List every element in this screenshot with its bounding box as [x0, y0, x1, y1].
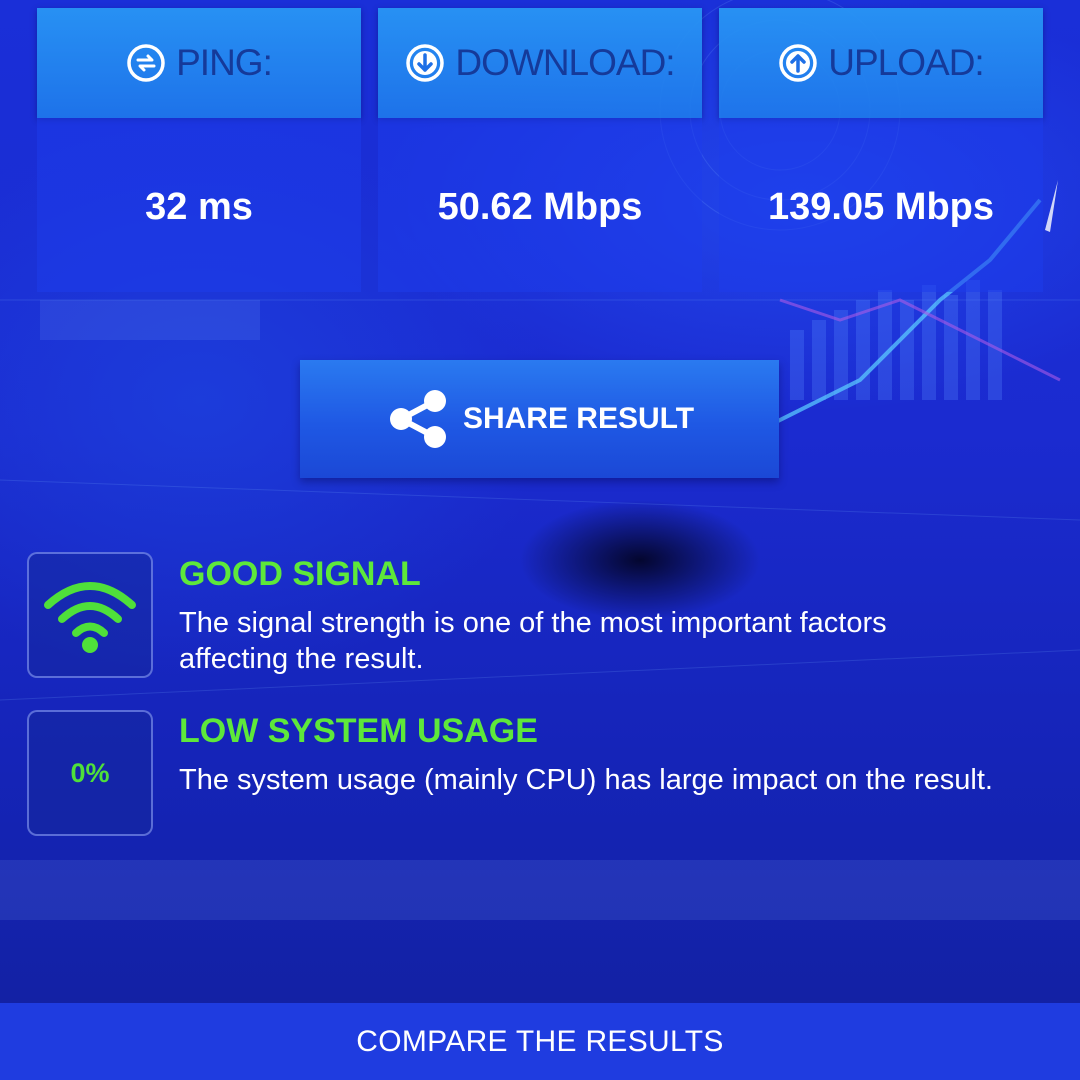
- wifi-icon: [44, 582, 136, 653]
- download-column: DOWNLOAD: 50.62 Mbps: [378, 8, 702, 292]
- download-value: 50.62 Mbps: [437, 186, 643, 228]
- compare-results-button[interactable]: COMPARE THE RESULTS: [0, 1003, 1080, 1080]
- share-icon: [389, 390, 446, 448]
- system-usage-value: 0%: [70, 757, 110, 788]
- download-arrow-icon: [406, 44, 445, 82]
- signal-indicator-box: [27, 552, 153, 678]
- signal-description: The signal strength is one of the most i…: [179, 607, 887, 675]
- ping-body: 32 ms: [37, 118, 361, 292]
- system-usage-title: LOW SYSTEM USAGE: [179, 712, 538, 750]
- upload-value: 139.05 Mbps: [768, 186, 994, 228]
- upload-body: 139.05 Mbps: [719, 118, 1043, 292]
- system-usage-box: 0%: [27, 710, 153, 836]
- ping-column: PING: 32 ms: [37, 8, 361, 292]
- speed-results-panel: PING: 32 ms DOWNLOAD: 50.62 Mbps UPLOAD:: [37, 8, 1043, 292]
- ping-value: 32 ms: [145, 186, 253, 228]
- download-header: DOWNLOAD:: [378, 8, 702, 118]
- signal-title: GOOD SIGNAL: [179, 555, 421, 593]
- share-result-label: SHARE RESULT: [462, 402, 695, 435]
- upload-column: UPLOAD: 139.05 Mbps: [719, 8, 1043, 292]
- compare-results-label: COMPARE THE RESULTS: [356, 1024, 724, 1058]
- swap-arrows-icon: [127, 44, 165, 82]
- download-label: DOWNLOAD:: [455, 42, 675, 83]
- share-result-button[interactable]: SHARE RESULT: [300, 360, 779, 478]
- system-usage-description: The system usage (mainly CPU) has large …: [179, 764, 993, 796]
- ping-label: PING:: [176, 42, 273, 83]
- ping-header: PING:: [37, 8, 361, 118]
- upload-label: UPLOAD:: [828, 42, 984, 83]
- upload-arrow-icon: [779, 44, 818, 82]
- upload-header: UPLOAD:: [719, 8, 1043, 118]
- download-body: 50.62 Mbps: [378, 118, 702, 292]
